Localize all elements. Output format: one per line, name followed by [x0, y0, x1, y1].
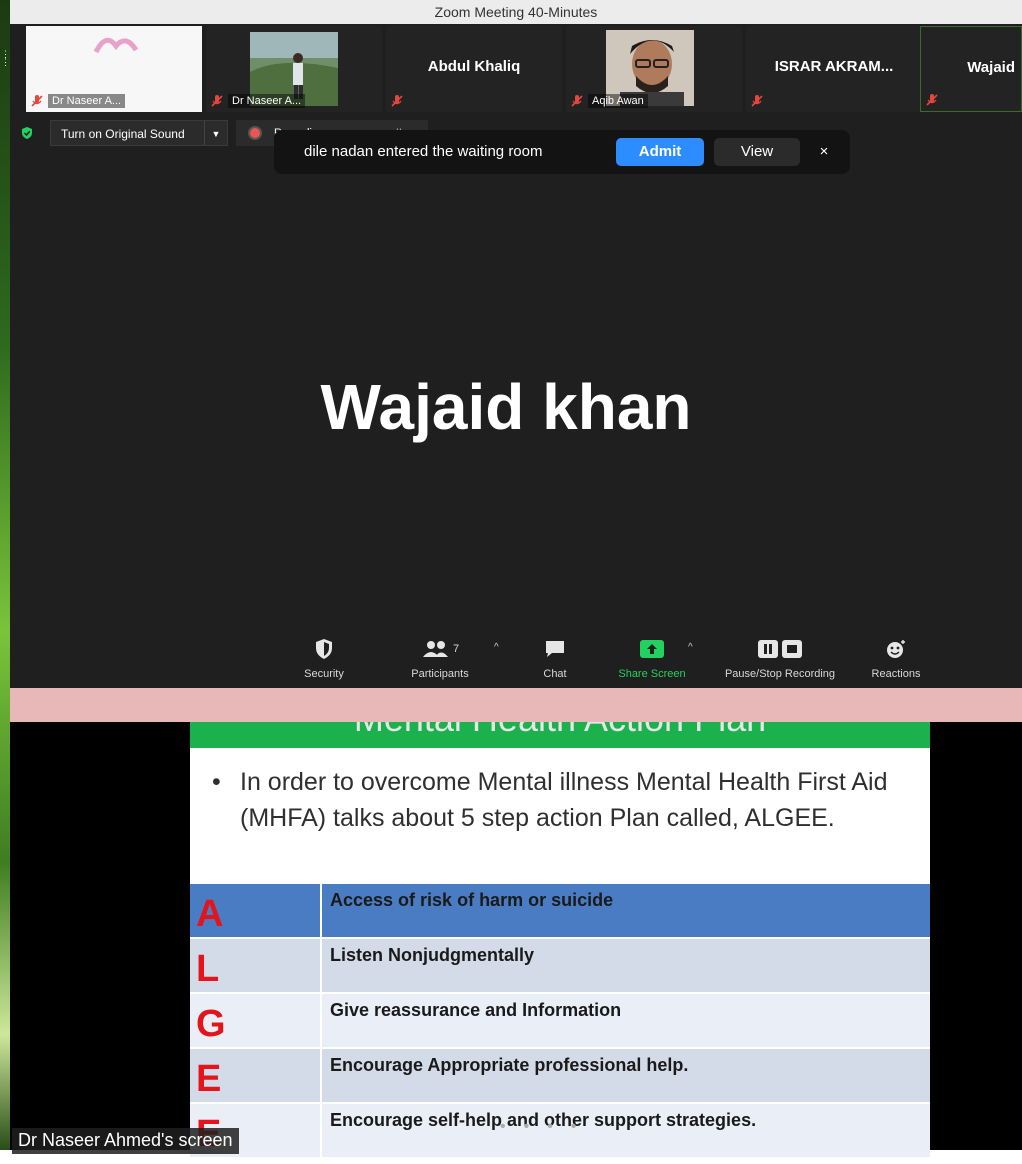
- meeting-toolbar: Security 7 Participants ^ Chat Share Scr…: [10, 636, 1022, 686]
- security-button[interactable]: Security: [296, 636, 352, 680]
- step-letter: G: [190, 994, 320, 1047]
- share-screen-icon: [640, 640, 664, 658]
- waiting-room-message: dile nadan entered the waiting room: [304, 143, 543, 160]
- share-screen-label: Share Screen: [618, 668, 686, 680]
- muted-mic-icon: [926, 94, 938, 106]
- chat-icon: [546, 641, 564, 657]
- step-letter: A: [190, 884, 320, 937]
- step-text: Access of risk of harm or suicide: [320, 884, 930, 937]
- participant-display-name: Wajaid: [967, 59, 1015, 76]
- participant-tile[interactable]: Dr Naseer A...: [26, 26, 202, 112]
- pause-stop-icon: [758, 640, 802, 658]
- slide-title: Mental Health Action Plan: [190, 722, 930, 740]
- window-title: Zoom Meeting 40-Minutes: [434, 4, 598, 20]
- slide-bullet: • In order to overcome Mental illness Me…: [212, 764, 912, 836]
- step-text: Encourage Appropriate professional help.: [320, 1049, 930, 1102]
- muted-mic-icon: [571, 95, 583, 107]
- participant-display-name: Abdul Khaliq: [427, 58, 521, 75]
- window-titlebar[interactable]: Zoom Meeting 40-Minutes: [10, 0, 1022, 24]
- shared-screen-label: Dr Naseer Ahmed's screen: [12, 1128, 239, 1154]
- admit-button[interactable]: Admit: [616, 138, 704, 166]
- step-text: Encourage self-help and other support st…: [320, 1104, 930, 1157]
- participant-name: Aqib Awan: [588, 94, 648, 108]
- participants-button[interactable]: 7 Participants: [400, 636, 480, 680]
- close-icon[interactable]: ×: [814, 138, 834, 166]
- participant-tile[interactable]: Dr Naseer A...: [206, 26, 382, 112]
- shared-screen-top-border: [10, 688, 1022, 722]
- participant-tile[interactable]: Aqib Awan: [566, 26, 742, 112]
- original-sound-label: Turn on Original Sound: [61, 127, 185, 141]
- presentation-slide: Mental Health Action Plan • In order to …: [190, 722, 930, 1157]
- table-row: G Give reassurance and Information: [190, 992, 930, 1047]
- chat-label: Chat: [543, 668, 567, 680]
- sketch-image: [93, 37, 139, 54]
- muted-mic-icon: [751, 95, 763, 107]
- shield-icon: [316, 639, 332, 659]
- participant-name: Dr Naseer A...: [228, 94, 306, 108]
- participant-tile[interactable]: ISRAR AKRAM...: [746, 26, 922, 112]
- view-button[interactable]: View: [714, 138, 800, 166]
- muted-mic-icon: [211, 95, 223, 107]
- page-dots[interactable]: ••••: [500, 1118, 594, 1136]
- participants-icon: [422, 641, 448, 657]
- participant-tile[interactable]: Abdul Khaliq: [386, 26, 562, 112]
- reactions-label: Reactions: [871, 668, 921, 680]
- participant-name: Dr Naseer A...: [48, 94, 126, 108]
- table-row: A Access of risk of harm or suicide: [190, 882, 930, 937]
- algee-table: A Access of risk of harm or suicide L Li…: [190, 882, 930, 1157]
- encryption-shield-icon[interactable]: [20, 126, 34, 140]
- shared-screen-area: Mental Health Action Plan • In order to …: [10, 722, 1022, 1157]
- reactions-button[interactable]: Reactions: [862, 636, 930, 680]
- drag-handle-icon[interactable]: ⋮ ⋮: [1, 50, 10, 74]
- participant-display-name: ISRAR AKRAM...: [774, 58, 894, 75]
- step-text: Give reassurance and Information: [320, 994, 930, 1047]
- waiting-room-notification: dile nadan entered the waiting room Admi…: [274, 130, 850, 174]
- table-row: E Encourage Appropriate professional hel…: [190, 1047, 930, 1102]
- step-text: Listen Nonjudgmentally: [320, 939, 930, 992]
- chevron-down-icon[interactable]: ▼: [204, 121, 227, 145]
- muted-mic-icon: [31, 95, 43, 107]
- security-label: Security: [304, 668, 344, 680]
- step-letter: E: [190, 1049, 320, 1102]
- pause-stop-recording-button[interactable]: Pause/Stop Recording: [714, 636, 846, 680]
- original-sound-button[interactable]: Turn on Original Sound ▼: [50, 120, 228, 146]
- share-screen-button[interactable]: Share Screen: [610, 636, 694, 680]
- table-row: L Listen Nonjudgmentally: [190, 937, 930, 992]
- gallery-strip: Dr Naseer A... Dr Naseer A... Abdul Khal…: [10, 24, 1022, 114]
- bullet-marker: •: [212, 768, 221, 796]
- recording-control-label: Pause/Stop Recording: [724, 668, 836, 680]
- reaction-emoji-icon: [887, 640, 905, 658]
- chat-button[interactable]: Chat: [532, 636, 578, 680]
- chevron-up-icon[interactable]: ^: [688, 642, 693, 653]
- participants-label: Participants: [411, 668, 469, 680]
- participants-count: 7: [452, 643, 460, 655]
- chevron-up-icon[interactable]: ^: [494, 642, 499, 653]
- slide-header: Mental Health Action Plan: [190, 722, 930, 748]
- active-speaker-name: Wajaid khan: [320, 371, 692, 443]
- participant-tile[interactable]: Wajaid: [920, 26, 1022, 112]
- bullet-text: In order to overcome Mental illness Ment…: [240, 768, 888, 832]
- muted-mic-icon: [391, 95, 403, 107]
- meeting-view: Dr Naseer A... Dr Naseer A... Abdul Khal…: [10, 24, 1022, 688]
- desktop-background-edge: ⋮ ⋮: [0, 0, 10, 1150]
- recording-dot-icon: [250, 128, 260, 138]
- step-letter: L: [190, 939, 320, 992]
